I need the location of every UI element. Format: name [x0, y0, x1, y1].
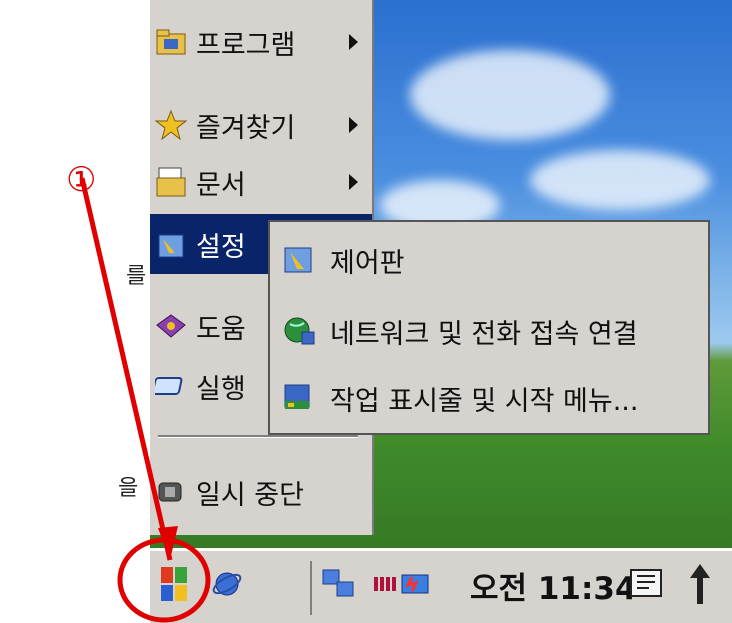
start-button[interactable]	[150, 557, 198, 617]
menu-item-programs[interactable]: 프로그램	[150, 12, 372, 72]
taskbar: 오전 11:34	[150, 548, 732, 623]
menu-label-help: 도움	[196, 313, 246, 345]
start-windows-icon	[159, 563, 189, 611]
up-arrow-icon	[688, 562, 712, 610]
tray-up-button[interactable]	[680, 562, 720, 610]
input-method-button[interactable]	[628, 565, 666, 607]
documents-icon	[154, 165, 188, 199]
favorites-star-icon	[154, 108, 188, 142]
control-panel-icon	[280, 241, 318, 279]
submenu-arrow-icon	[349, 117, 358, 133]
submenu-label-network: 네트워크 및 전화 접속 연결	[330, 318, 638, 350]
run-icon	[154, 369, 188, 403]
taskbar-separator	[310, 561, 312, 615]
taskbar-icon	[280, 379, 318, 417]
submenu-label-control-panel: 제어판	[330, 247, 405, 279]
menu-item-favorites[interactable]: 즐겨찾기	[150, 95, 372, 155]
menu-item-suspend[interactable]: 일시 중단	[150, 462, 372, 522]
submenu-arrow-icon	[349, 174, 358, 190]
menu-label-suspend: 일시 중단	[196, 479, 304, 511]
network-status-icon	[321, 566, 357, 606]
submenu-arrow-icon	[349, 34, 358, 50]
ie-browser-icon	[210, 567, 244, 605]
battery-icon	[374, 569, 434, 603]
battery-button[interactable]	[372, 565, 436, 607]
help-book-icon	[154, 309, 188, 343]
left-margin: 를 을	[0, 0, 150, 623]
menu-label-documents: 문서	[196, 169, 246, 201]
system-clock[interactable]: 오전 11:34	[470, 563, 637, 608]
menu-label-settings: 설정	[196, 231, 246, 263]
submenu-item-taskbar-start[interactable]: 작업 표시줄 및 시작 메뉴...	[270, 364, 710, 432]
margin-text-bottom: 을	[118, 476, 139, 501]
menu-label-run: 실행	[196, 373, 246, 405]
network-status-button[interactable]	[320, 565, 358, 607]
submenu-item-network[interactable]: 네트워크 및 전화 접속 연결	[270, 297, 710, 365]
menu-label-programs: 프로그램	[196, 29, 296, 61]
suspend-icon	[154, 475, 188, 509]
menu-separator	[158, 435, 358, 438]
submenu-item-control-panel[interactable]: 제어판	[270, 226, 710, 294]
menu-label-favorites: 즐겨찾기	[196, 112, 296, 144]
settings-submenu: 제어판 네트워크 및 전화 접속 연결 작업 표시줄 및 시작 메뉴...	[268, 220, 710, 435]
ie-browser-button[interactable]	[208, 565, 246, 607]
submenu-label-taskbar-start: 작업 표시줄 및 시작 메뉴...	[330, 385, 639, 417]
programs-folder-icon	[154, 25, 188, 59]
network-globe-icon	[280, 312, 318, 350]
margin-text-top: 를	[126, 264, 147, 289]
screenshot-frame: 를 을 프로그램 즐겨찾기 문서 설정 도움 실행 일시 중단 제어판 네트워크…	[0, 0, 732, 623]
settings-folder-icon	[154, 227, 188, 261]
annotation-marker: ①	[66, 160, 97, 200]
menu-item-documents[interactable]: 문서	[150, 152, 372, 212]
input-method-icon	[629, 566, 665, 606]
